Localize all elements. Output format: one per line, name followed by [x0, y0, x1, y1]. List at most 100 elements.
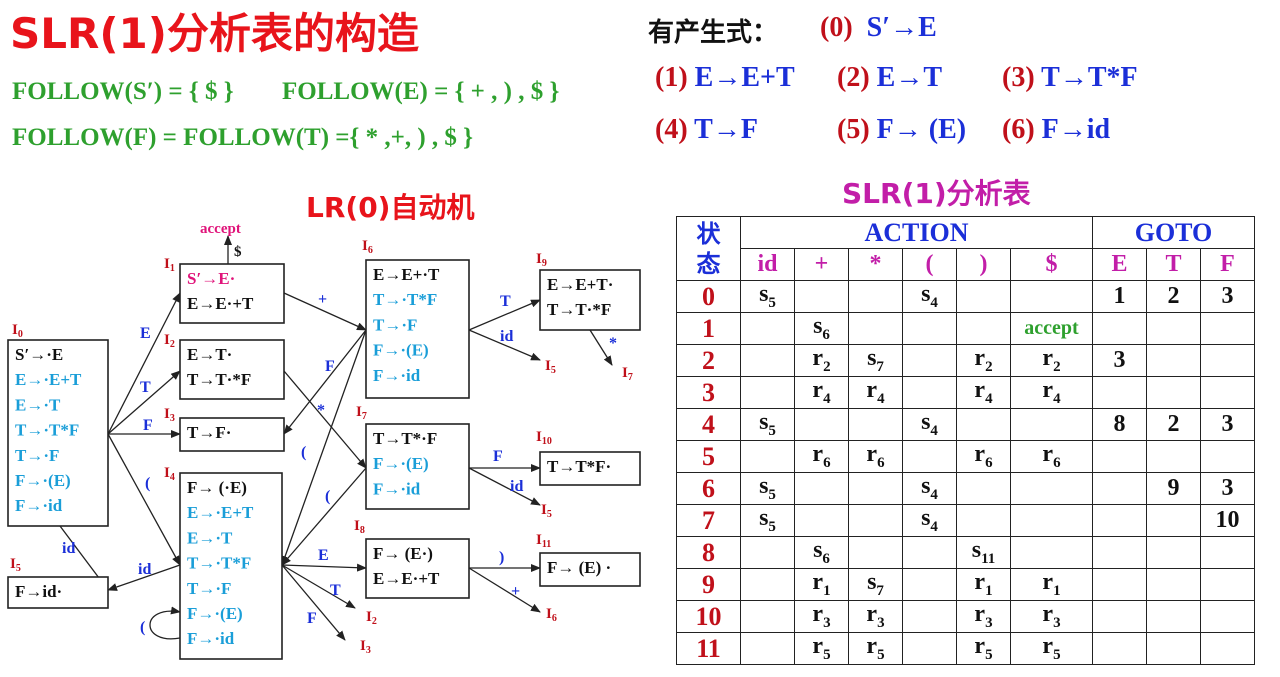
- table-cell: 2: [1146, 280, 1201, 313]
- state-i10: I10 T→T*F·: [536, 429, 641, 486]
- table-cell: [1010, 280, 1093, 313]
- edge-label-e7-10: F: [493, 448, 503, 465]
- table-cell: [740, 376, 795, 409]
- table-cell: [794, 472, 849, 505]
- table-cell: 3: [1200, 280, 1255, 313]
- table-cell: [848, 504, 903, 537]
- edge-label-e0-3: F: [143, 417, 153, 434]
- table-cell: r3: [794, 600, 849, 633]
- table-cell: r5: [956, 632, 1011, 665]
- table-cell: accept: [1010, 312, 1093, 345]
- lr-item: T→·T*F: [373, 290, 437, 309]
- symbol-header: T: [1146, 248, 1201, 281]
- table-cell: [1092, 440, 1147, 473]
- table-cell: [956, 312, 1011, 345]
- table-row: 11 r5 r5 r5 r5: [676, 632, 1255, 665]
- edge-label-e4-2: T: [330, 582, 341, 599]
- edge-e4-3: [281, 564, 346, 641]
- state-label: I3: [164, 406, 175, 424]
- state-cell: 5: [676, 440, 741, 473]
- lr-item: F→·(E): [373, 454, 429, 473]
- state-i0: I0 S′→·E E→·E+T E→·T T→·T*F T→·F F→·(E) F→·id: [7, 322, 109, 527]
- lr-item: F→·(E): [373, 341, 429, 360]
- target-label-t2: I2: [366, 609, 377, 627]
- lr-item: E→·T: [15, 395, 61, 414]
- symbol-header: (: [902, 248, 957, 281]
- table-cell: s7: [848, 344, 903, 377]
- table-cell: [1146, 504, 1201, 537]
- table-cell: r3: [956, 600, 1011, 633]
- edge-label-e4-5: id: [138, 561, 151, 578]
- table-cell: [1010, 472, 1093, 505]
- edge-label-e6-5: id: [500, 328, 513, 345]
- table-cell: [1200, 568, 1255, 601]
- table-cell: [740, 536, 795, 569]
- table-symbol-row: id + *() $ E T F: [677, 248, 1255, 281]
- lr-item: E→E·+T: [373, 569, 440, 588]
- production-6: (6) F→id: [1002, 114, 1111, 145]
- lr-item: E→·T: [187, 528, 233, 547]
- automaton-edges: [59, 235, 613, 641]
- target-label-t5b: I5: [541, 502, 552, 520]
- state-label: I1: [164, 256, 175, 274]
- state-label: I2: [164, 332, 175, 350]
- state-i9: I9E→E+T· T→T·*F: [536, 251, 641, 331]
- table-row: 2 r2 s7 r2 r2 3: [676, 344, 1255, 377]
- state-i11: I11 F→ (E) ·: [536, 532, 641, 587]
- table-cell: [1010, 536, 1093, 569]
- table-cell: [1200, 440, 1255, 473]
- table-cell: [1146, 376, 1201, 409]
- target-label-t5a: I5: [545, 358, 556, 376]
- table-title: SLR(1)分析表: [842, 177, 1031, 210]
- state-cell: 4: [676, 408, 741, 441]
- table-cell: [1146, 568, 1201, 601]
- lr-item: F→id·: [15, 582, 62, 601]
- edge-label-e9-7: *: [609, 335, 617, 352]
- state-cell: 7: [676, 504, 741, 537]
- edge-label-e8-11: ): [499, 549, 504, 566]
- state-cell: 3: [676, 376, 741, 409]
- table-cell: [1092, 600, 1147, 633]
- state-label: I8: [354, 518, 365, 536]
- table-cell: r1: [794, 568, 849, 601]
- table-cell: [956, 504, 1011, 537]
- state-i1: I1 S′→E· E→E·+T: [164, 256, 285, 324]
- table-cell: [848, 312, 903, 345]
- state-cell: 10: [676, 600, 741, 633]
- edge-label-e1-6: +: [318, 291, 327, 308]
- table-cell: s4: [902, 280, 957, 313]
- table-cell: [902, 600, 957, 633]
- table-cell: r2: [956, 344, 1011, 377]
- table-cell: [902, 312, 957, 345]
- lr-item: E→T·: [187, 345, 232, 364]
- production-3: (3) T→T*F: [1002, 62, 1138, 93]
- state-label: I7: [356, 404, 367, 422]
- lr-item: T→·F: [373, 315, 417, 334]
- state-cell: 0: [676, 280, 741, 313]
- lr-item: E→·E+T: [187, 503, 254, 522]
- table-cell: [1146, 536, 1201, 569]
- table-cell: [1092, 504, 1147, 537]
- table-row: 9 r1 s7 r1 r1: [676, 568, 1255, 601]
- table-cell: [1010, 504, 1093, 537]
- table-cell: [1092, 632, 1147, 665]
- table-cell: [848, 472, 903, 505]
- edge-e0-4: [107, 433, 181, 566]
- symbol-header: id: [740, 248, 795, 281]
- table-cell: [902, 632, 957, 665]
- table-cell: r1: [956, 568, 1011, 601]
- lr-item: T→T*F·: [547, 457, 611, 476]
- state-i6: I6E→E+·T T→·T*F T→·F F→·(E) F→·id: [362, 238, 470, 399]
- table-cell: [1146, 344, 1201, 377]
- table-cell: r3: [1010, 600, 1093, 633]
- table-row: 8 s6 s11: [676, 536, 1255, 569]
- table-cell: [1092, 536, 1147, 569]
- edge-e4-2: [281, 564, 356, 609]
- edge-e6-3: [283, 329, 367, 435]
- table-row: 6 s5 s4 9 3: [676, 472, 1255, 505]
- table-cell: [956, 408, 1011, 441]
- table-cell: [1092, 568, 1147, 601]
- table-cell: [956, 280, 1011, 313]
- table-row: 0 s5 s4 1 2 3: [676, 280, 1255, 313]
- lr-item: F→·id: [187, 629, 235, 648]
